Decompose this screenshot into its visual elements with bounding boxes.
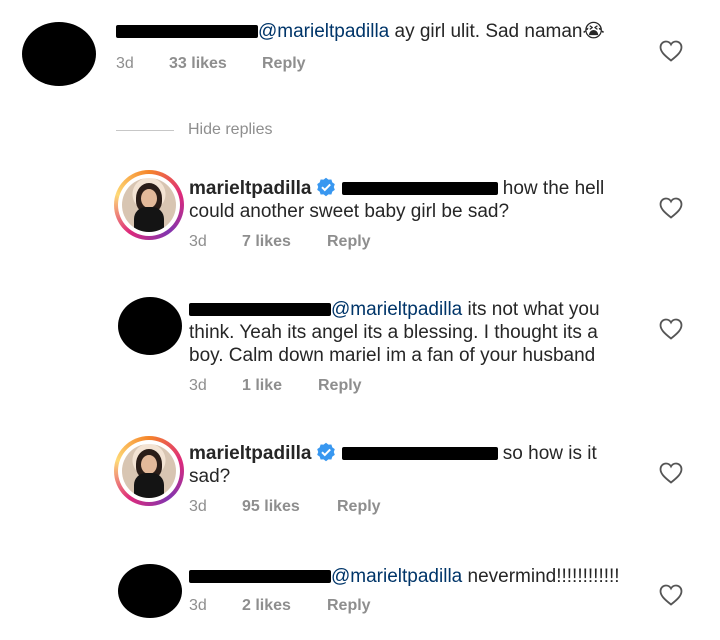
likes-count[interactable]: 33 likes <box>169 54 227 74</box>
reply-text: @marieltpadilla its not what you think. … <box>189 298 600 367</box>
verified-icon <box>316 442 335 462</box>
likes-count[interactable]: 1 like <box>242 376 282 396</box>
username-link[interactable]: marieltpadilla <box>189 443 312 464</box>
reply-button[interactable]: Reply <box>327 596 371 616</box>
profile-photo <box>122 444 176 498</box>
reply-body: nevermind!!!!!!!!!!!! <box>462 566 620 587</box>
timestamp: 3d <box>189 597 207 614</box>
mention-link[interactable]: @marieltpadilla <box>258 21 389 42</box>
mention-link[interactable]: @marieltpadilla <box>331 299 462 320</box>
hide-replies-label[interactable]: Hide replies <box>188 120 272 140</box>
heart-icon[interactable] <box>659 318 683 340</box>
heart-icon[interactable] <box>659 197 683 219</box>
reply-body-line2: sad? <box>189 466 231 487</box>
mention-link[interactable]: @marieltpadilla <box>331 566 462 587</box>
reply-body-line1: how the hell <box>497 178 605 199</box>
reply-button[interactable]: Reply <box>262 54 306 74</box>
heart-icon[interactable] <box>659 40 683 62</box>
avatar-redacted[interactable] <box>118 297 182 355</box>
comment-body: ay girl ulit. Sad naman <box>389 21 583 42</box>
avatar-marieltpadilla[interactable] <box>114 170 184 240</box>
avatar-redacted[interactable] <box>22 22 96 86</box>
reply-body-line2: think. Yeah its angel its a blessing. I … <box>189 322 598 343</box>
redacted-username <box>116 25 258 39</box>
profile-photo <box>122 178 176 232</box>
reply-body-line3: boy. Calm down mariel im a fan of your h… <box>189 345 596 366</box>
reply-button[interactable]: Reply <box>337 497 381 517</box>
avatar-redacted[interactable] <box>118 564 182 618</box>
redacted-mention <box>341 447 498 461</box>
likes-count[interactable]: 7 likes <box>242 232 291 252</box>
username-link[interactable]: marieltpadilla <box>189 178 312 199</box>
reply-text: @marieltpadilla nevermind!!!!!!!!!!!! <box>189 565 620 588</box>
timestamp: 3d <box>189 233 207 250</box>
timestamp: 3d <box>116 55 134 72</box>
reply-body-line1: so how is it <box>497 443 597 464</box>
avatar-marieltpadilla[interactable] <box>114 436 184 506</box>
likes-count[interactable]: 95 likes <box>242 497 300 517</box>
reply-body-line2: could another sweet baby girl be sad? <box>189 201 510 222</box>
verified-icon <box>316 177 335 197</box>
timestamp: 3d <box>189 498 207 515</box>
reply-text: marieltpadilla so how is it sad? <box>189 442 597 488</box>
reply-button[interactable]: Reply <box>327 232 371 252</box>
redacted-username <box>189 303 331 317</box>
reply-button[interactable]: Reply <box>318 376 362 396</box>
redacted-mention <box>341 182 498 196</box>
redacted-username <box>189 570 331 584</box>
heart-icon[interactable] <box>659 462 683 484</box>
reply-body-line1: its not what you <box>462 299 600 320</box>
timestamp: 3d <box>189 377 207 394</box>
divider-line <box>116 130 174 131</box>
comment-text: @marieltpadilla ay girl ulit. Sad naman😭 <box>116 20 605 43</box>
crying-emoji: 😭 <box>582 21 605 42</box>
likes-count[interactable]: 2 likes <box>242 596 291 616</box>
heart-icon[interactable] <box>659 584 683 606</box>
reply-text: marieltpadilla how the hell could anothe… <box>189 177 604 223</box>
